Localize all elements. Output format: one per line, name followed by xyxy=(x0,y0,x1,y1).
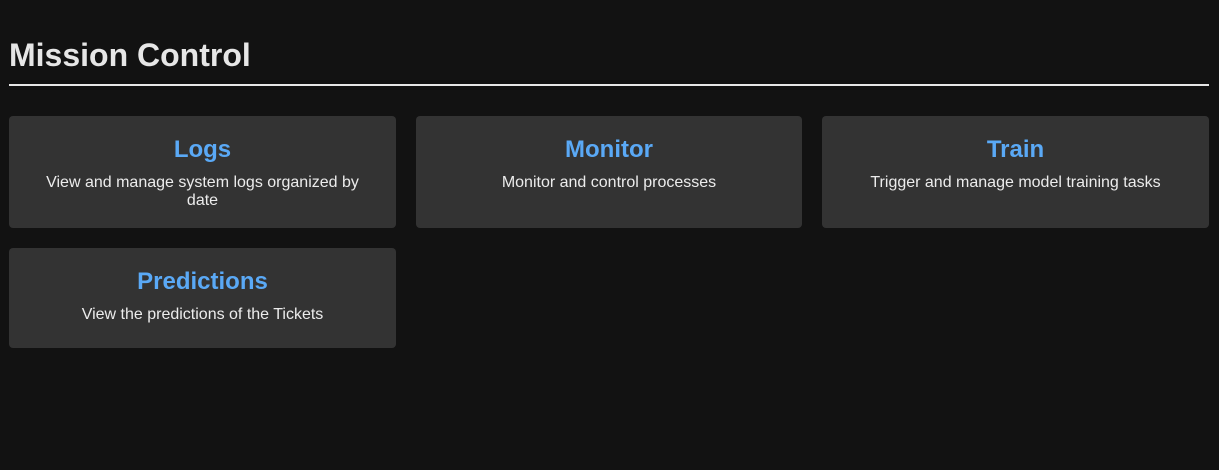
card-predictions[interactable]: Predictions View the predictions of the … xyxy=(9,248,396,348)
card-title-predictions[interactable]: Predictions xyxy=(29,268,376,296)
card-monitor[interactable]: Monitor Monitor and control processes xyxy=(416,116,802,228)
card-grid: Logs View and manage system logs organiz… xyxy=(9,116,1209,348)
card-train[interactable]: Train Trigger and manage model training … xyxy=(822,116,1209,228)
card-title-train[interactable]: Train xyxy=(842,136,1189,164)
card-description-logs: View and manage system logs organized by… xyxy=(46,174,359,209)
card-logs[interactable]: Logs View and manage system logs organiz… xyxy=(9,116,396,228)
page-title: Mission Control xyxy=(9,37,251,73)
card-title-logs[interactable]: Logs xyxy=(29,136,376,164)
title-divider xyxy=(9,84,1209,86)
card-description-predictions: View the predictions of the Tickets xyxy=(81,306,324,323)
card-description-train: Trigger and manage model training tasks xyxy=(870,174,1161,191)
card-title-monitor[interactable]: Monitor xyxy=(436,136,782,164)
card-description-monitor: Monitor and control processes xyxy=(501,174,717,191)
